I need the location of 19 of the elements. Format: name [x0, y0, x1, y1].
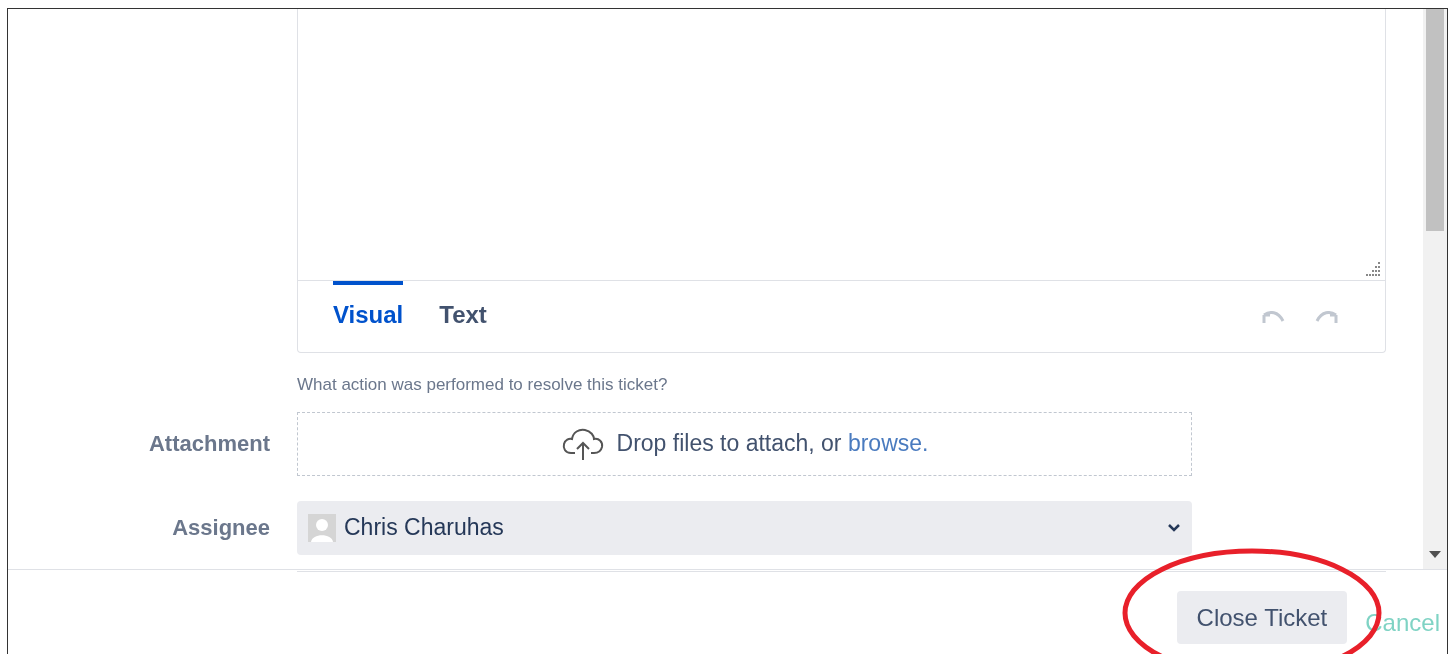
- editor-tab[interactable]: Visual: [333, 281, 404, 333]
- field-label: Attachment: [148, 430, 270, 458]
- editor-tab[interactable]: Text: [439, 281, 487, 333]
- undo-icon[interactable]: [1260, 311, 1286, 325]
- resize-handle-icon[interactable]: [1365, 262, 1381, 276]
- browse-link[interactable]: browse.: [847, 430, 929, 457]
- close-ticket-button[interactable]: Close Ticket: [1176, 591, 1348, 644]
- file-drop-zone[interactable]: Drop files to attach, or browse.: [297, 411, 1192, 476]
- drop-instruction: Drop files to attach, or: [616, 430, 842, 457]
- scroll-down-arrow-icon[interactable]: [1429, 551, 1441, 559]
- chevron-down-icon: [1167, 523, 1181, 532]
- redo-icon[interactable]: [1314, 311, 1340, 325]
- scrollbar[interactable]: [1423, 9, 1447, 569]
- field-hint: What action was performed to resolve this ticket?: [297, 374, 668, 396]
- assignee-select[interactable]: Chris Charuhas: [297, 500, 1192, 555]
- field-label: Assignee: [171, 514, 270, 542]
- avatar-icon: [308, 513, 336, 542]
- cloud-upload-icon: [560, 426, 605, 461]
- scrollbar-thumb[interactable]: [1426, 9, 1444, 231]
